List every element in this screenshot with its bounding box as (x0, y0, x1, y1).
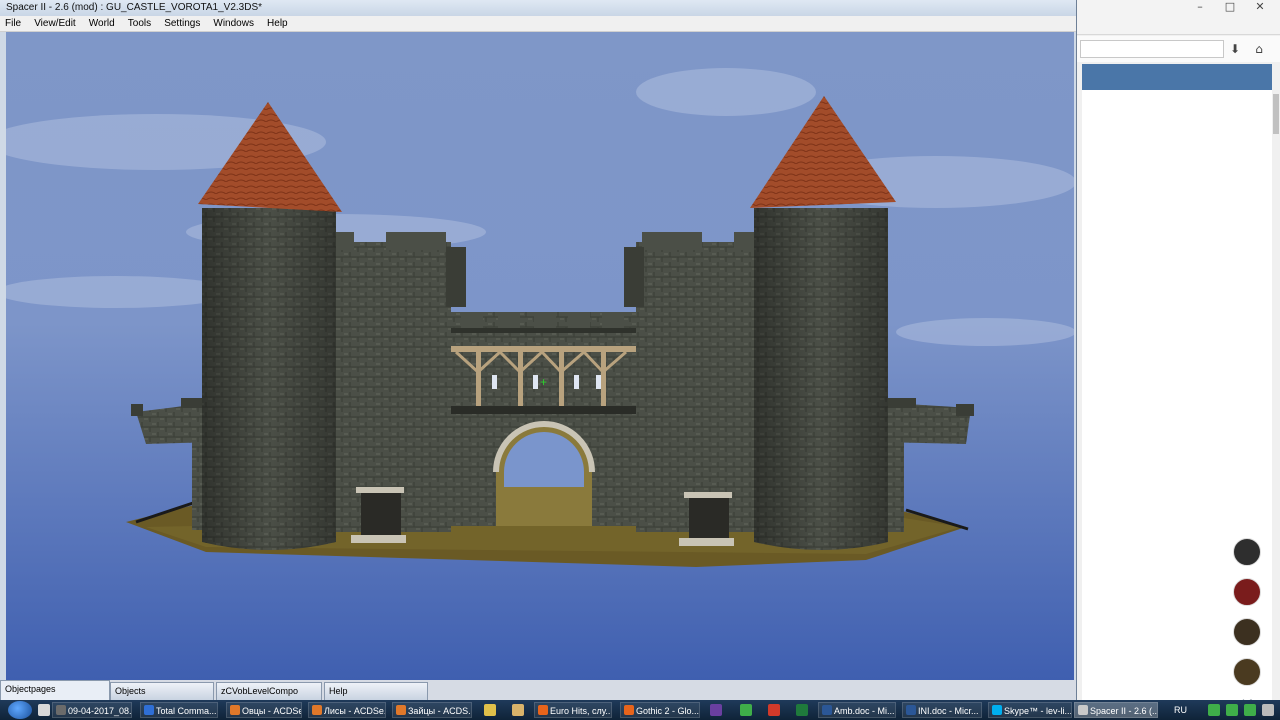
menu-view-edit[interactable]: View/Edit (29, 16, 81, 31)
tab-objectpages[interactable]: Objectpages (0, 680, 110, 700)
avatar[interactable] (1233, 578, 1261, 606)
download-icon[interactable]: ⬇ (1226, 40, 1244, 58)
start-button[interactable] (8, 701, 32, 719)
taskbar-item[interactable]: Amb.doc - Mi... (818, 702, 896, 718)
taskbar-item-label: Лисы - ACDSe... (324, 706, 386, 716)
app-icon[interactable] (484, 704, 496, 716)
maximize-icon[interactable]: □ (1218, 0, 1242, 14)
taskbar-item-label: Amb.doc - Mi... (834, 706, 895, 716)
castle-scene (6, 32, 1074, 680)
folder-icon[interactable] (512, 704, 524, 716)
browser-titlebar: – □ ✕ (1076, 0, 1280, 35)
app-icon (538, 705, 548, 715)
taskbar-item[interactable]: 09-04-2017_08... (52, 702, 132, 718)
menu-help[interactable]: Help (262, 16, 293, 31)
spacer-window: Spacer II - 2.6 (mod) : GU_CASTLE_VOROTA… (0, 0, 1077, 712)
tray-icon[interactable] (1208, 704, 1220, 716)
app-icon (822, 705, 832, 715)
3d-viewport[interactable]: + (6, 32, 1074, 680)
taskbar-item[interactable]: Овцы - ACDSe... (226, 702, 302, 718)
close-icon[interactable]: ✕ (1248, 0, 1272, 14)
avatar[interactable] (1233, 618, 1261, 646)
taskbar-item-label: 09-04-2017_08... (68, 706, 132, 716)
taskbar-item-label: Spacer II - 2.6 (... (1090, 706, 1158, 716)
menu-windows[interactable]: Windows (208, 16, 259, 31)
taskbar-item-label: Skype™ - lev-li... (1004, 706, 1072, 716)
taskbar-item[interactable]: Skype™ - lev-li... (988, 702, 1072, 718)
language-indicator[interactable]: RU (1174, 700, 1187, 720)
home-icon[interactable]: ⌂ (1250, 40, 1268, 58)
tab-help[interactable]: Help (324, 682, 428, 700)
tray-icon[interactable] (1226, 704, 1238, 716)
app-icon[interactable] (710, 704, 722, 716)
taskbar-item[interactable]: Gothic 2 - Glo... (620, 702, 700, 718)
app-icon (624, 705, 634, 715)
scrollbar[interactable] (1272, 64, 1280, 700)
taskbar-item[interactable]: Total Comma... (140, 702, 218, 718)
taskbar-item[interactable]: INI.doc - Micr... (902, 702, 982, 718)
menu-settings[interactable]: Settings (159, 16, 205, 31)
app-icon (992, 705, 1002, 715)
tray-icon[interactable] (1262, 704, 1274, 716)
taskbar-item[interactable]: Euro Hits, слу... (534, 702, 612, 718)
taskbar-item-label: Овцы - ACDSe... (242, 706, 301, 716)
app-icon (144, 705, 154, 715)
tab-zcvoblevelcompo[interactable]: zCVobLevelCompo (zCMe... (216, 682, 322, 712)
taskbar-item-label: Euro Hits, слу... (550, 706, 612, 716)
excel-icon[interactable] (796, 704, 808, 716)
taskbar-item[interactable]: Лисы - ACDSe... (308, 702, 386, 718)
menu-world[interactable]: World (84, 16, 120, 31)
minimize-icon[interactable]: – (1188, 0, 1212, 14)
app-icon (1078, 705, 1088, 715)
search-input[interactable] (1080, 40, 1224, 58)
crosshair-icon: + (540, 375, 548, 389)
menu-bar: File View/Edit World Tools Settings Wind… (0, 16, 1076, 32)
bottom-tab-bar: Objectpages Objects zCVobLevelCompo (zCM… (0, 680, 1076, 712)
taskbar-item[interactable]: Зайцы - ACDS... (392, 702, 472, 718)
avatar[interactable] (1233, 658, 1261, 686)
app-icon (906, 705, 916, 715)
taskbar-item-label: Gothic 2 - Glo... (636, 706, 700, 716)
site-header-bar (1082, 64, 1272, 90)
tab-objects[interactable]: Objects (110, 682, 214, 700)
taskbar-item-label: INI.doc - Micr... (918, 706, 979, 716)
app-icon (230, 705, 240, 715)
explorer-icon[interactable] (38, 704, 50, 716)
chat-avatars: 1 ∂ (1232, 538, 1262, 708)
window-title: Spacer II - 2.6 (mod) : GU_CASTLE_VOROTA… (0, 0, 1076, 16)
pdf-icon[interactable] (768, 704, 780, 716)
taskbar-item-label: Зайцы - ACDS... (408, 706, 472, 716)
taskbar: 09-04-2017_08... Total Comma... Овцы - ACD… (0, 700, 1280, 720)
app-icon (396, 705, 406, 715)
taskbar-item-label: Total Comma... (156, 706, 217, 716)
app-icon (56, 705, 66, 715)
app-icon[interactable] (740, 704, 752, 716)
browser-toolbar: ⬇ ⌂ (1076, 36, 1280, 62)
menu-file[interactable]: File (0, 16, 26, 31)
taskbar-item[interactable]: Spacer II - 2.6 (... (1074, 702, 1158, 718)
tray-icon[interactable] (1244, 704, 1256, 716)
app-icon (312, 705, 322, 715)
menu-tools[interactable]: Tools (123, 16, 156, 31)
avatar[interactable] (1233, 538, 1261, 566)
